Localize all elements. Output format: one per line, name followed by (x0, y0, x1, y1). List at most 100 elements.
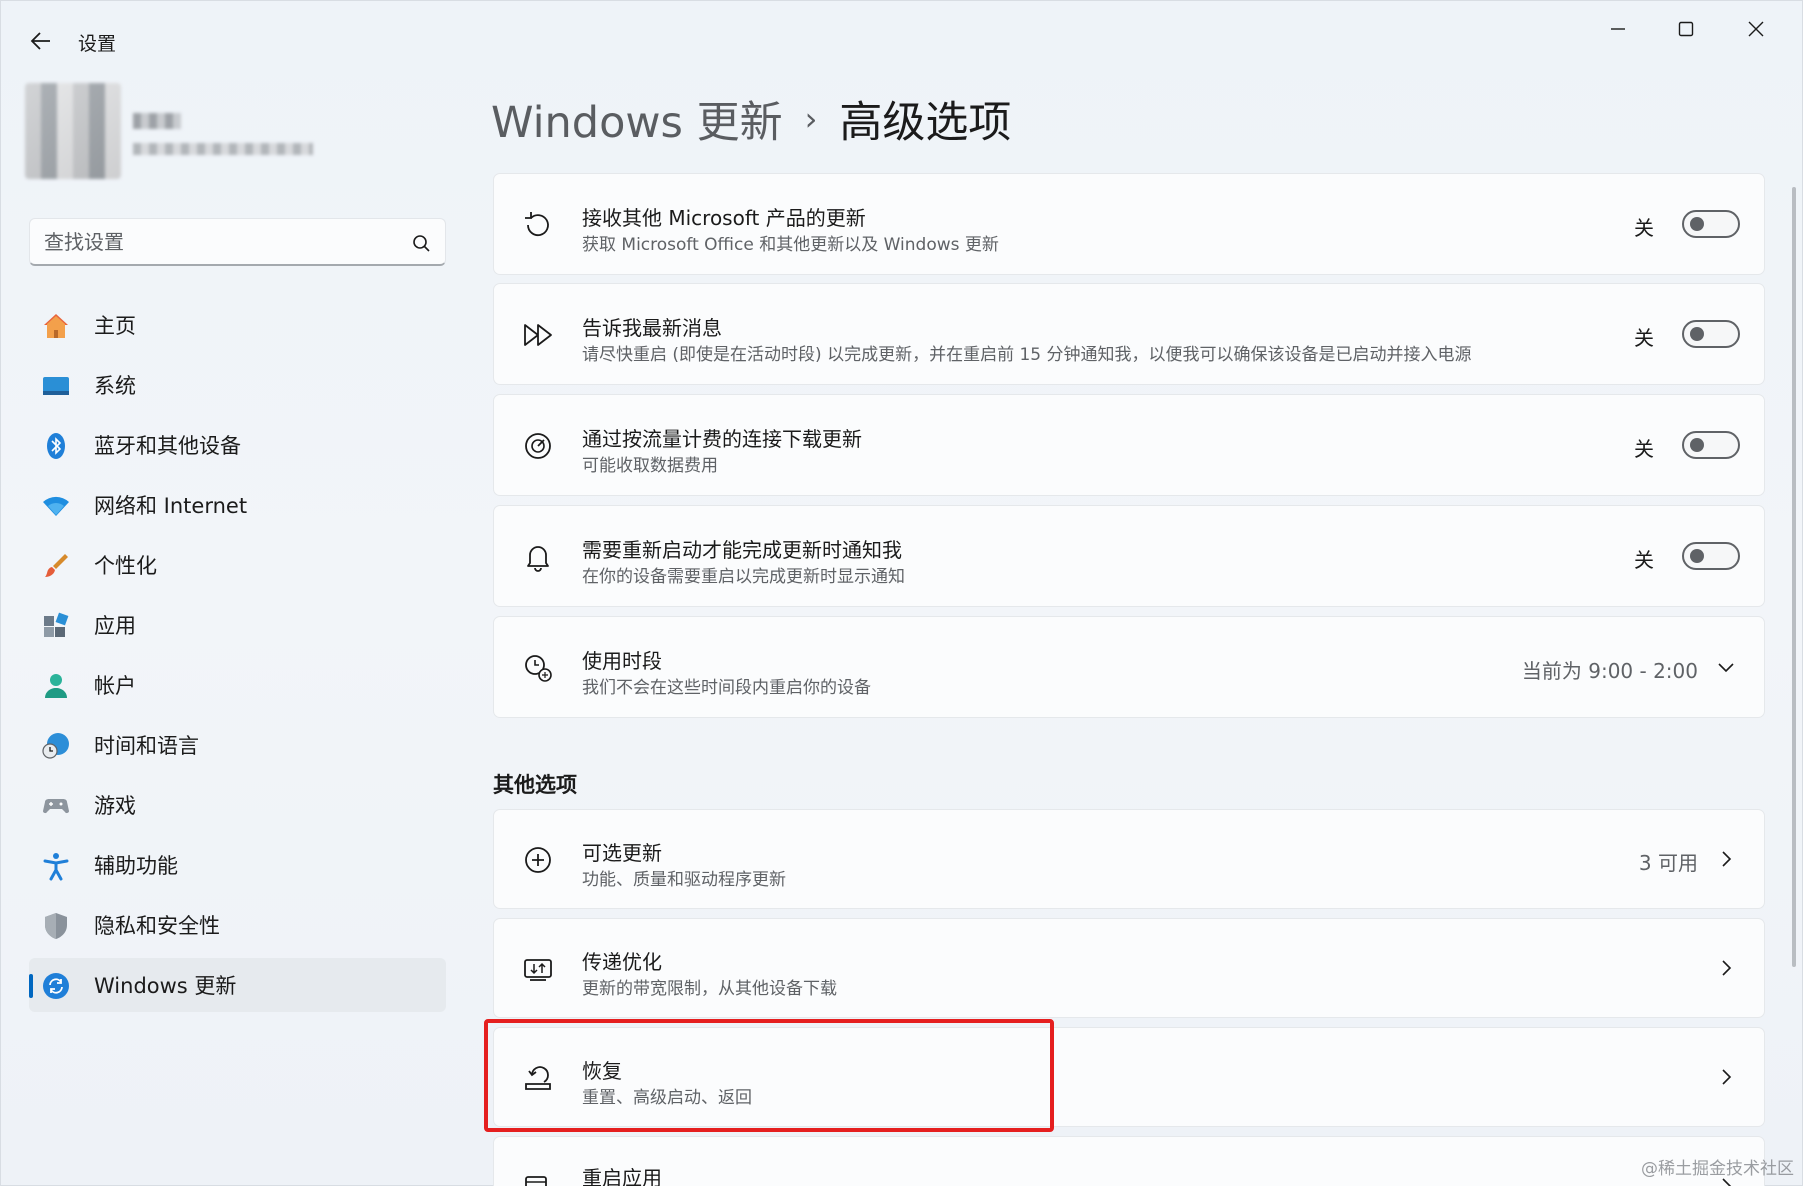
toggle-switch[interactable] (1682, 542, 1740, 570)
bluetooth-icon (41, 431, 71, 461)
option-card-delivery-optimization[interactable]: 传递优化 更新的带宽限制，从其他设备下载 (493, 918, 1765, 1018)
sidebar-item-gaming[interactable]: 游戏 (29, 778, 446, 832)
avatar[interactable] (25, 83, 121, 179)
sidebar-item-label: Windows 更新 (94, 974, 237, 998)
delivery-optimization-icon (520, 951, 556, 987)
toggle-switch[interactable] (1682, 431, 1740, 459)
sidebar-item-windows-update[interactable]: Windows 更新 (29, 958, 446, 1012)
minimize-button[interactable] (1590, 11, 1646, 47)
toggle-state-label: 关 (1634, 548, 1654, 572)
setting-description: 可能收取数据费用 (582, 456, 718, 476)
shield-icon (41, 911, 71, 941)
close-button[interactable] (1728, 11, 1784, 47)
setting-title: 使用时段 (582, 649, 662, 673)
option-card-optional-updates[interactable]: 可选更新 功能、质量和驱动程序更新 3 可用 (493, 809, 1765, 909)
setting-title: 需要重新启动才能完成更新时通知我 (582, 538, 902, 562)
maximize-button[interactable] (1658, 11, 1714, 47)
setting-card-notify-latest[interactable]: 告诉我最新消息 请尽快重启 (即使是在活动时段) 以完成更新，并在重启前 15 … (493, 283, 1765, 385)
brush-icon (41, 551, 71, 581)
windows-update-icon (41, 971, 71, 1001)
option-title: 传递优化 (582, 950, 662, 974)
toggle-knob (1690, 438, 1704, 452)
chevron-right-icon (1716, 849, 1736, 869)
setting-card-restart-notify[interactable]: 需要重新启动才能完成更新时通知我 在你的设备需要重启以完成更新时显示通知 关 (493, 505, 1765, 607)
active-hours-value: 当前为 9:00 - 2:00 (1521, 659, 1698, 683)
breadcrumb-separator: › (804, 100, 818, 138)
search-icon[interactable] (411, 233, 431, 253)
search-input[interactable] (44, 227, 404, 257)
setting-card-metered-download[interactable]: 通过按流量计费的连接下载更新 可能收取数据费用 关 (493, 394, 1765, 496)
back-button[interactable] (23, 23, 59, 59)
toggle-state-label: 关 (1634, 326, 1654, 350)
sidebar-item-network[interactable]: 网络和 Internet (29, 478, 446, 532)
toggle-state-label: 关 (1634, 216, 1654, 240)
option-card-recovery[interactable]: 恢复 重置、高级启动、返回 (493, 1027, 1765, 1127)
wifi-icon (41, 491, 71, 521)
sidebar-item-label: 帐户 (94, 674, 136, 698)
option-description: 重置、高级启动、返回 (582, 1088, 752, 1108)
close-icon (1748, 21, 1764, 37)
sidebar-item-label: 辅助功能 (94, 854, 178, 878)
setting-card-active-hours[interactable]: 使用时段 我们不会在这些时间段内重启你的设备 当前为 9:00 - 2:00 (493, 616, 1765, 718)
option-description: 更新的带宽限制，从其他设备下载 (582, 979, 837, 999)
user-name-redacted (133, 113, 181, 129)
option-card-restart-apps[interactable]: 重启应用 (493, 1136, 1765, 1186)
setting-description: 我们不会在这些时间段内重启你的设备 (582, 678, 871, 698)
search-box[interactable] (29, 218, 446, 266)
add-circle-icon (520, 842, 556, 878)
sidebar-item-accessibility[interactable]: 辅助功能 (29, 838, 446, 892)
setting-description: 获取 Microsoft Office 和其他更新以及 Windows 更新 (582, 235, 999, 255)
fast-forward-icon (520, 317, 556, 353)
setting-description: 请尽快重启 (即使是在活动时段) 以完成更新，并在重启前 15 分钟通知我，以便… (582, 345, 1472, 365)
sidebar-item-time-language[interactable]: 时间和语言 (29, 718, 446, 772)
chevron-right-icon (1716, 1067, 1736, 1087)
toggle-state-label: 关 (1634, 437, 1654, 461)
setting-title: 接收其他 Microsoft 产品的更新 (582, 206, 866, 230)
toggle-knob (1690, 549, 1704, 563)
gauge-icon (520, 428, 556, 464)
sidebar-item-label: 系统 (94, 374, 136, 398)
sidebar-item-label: 个性化 (94, 554, 157, 578)
setting-title: 通过按流量计费的连接下载更新 (582, 427, 862, 451)
watermark: @稀土掘金技术社区 (1641, 1159, 1794, 1179)
app-title: 设置 (78, 33, 117, 55)
breadcrumb-parent[interactable]: Windows 更新 (491, 88, 783, 150)
sidebar-item-label: 游戏 (94, 794, 136, 818)
breadcrumb: Windows 更新 › 高级选项 (491, 89, 1011, 149)
sidebar-item-label: 主页 (94, 314, 136, 338)
accessibility-icon (41, 851, 71, 881)
page-title: 高级选项 (839, 98, 1012, 148)
toggle-switch[interactable] (1682, 210, 1740, 238)
sidebar-item-system[interactable]: 系统 (29, 358, 446, 412)
account-icon (41, 671, 71, 701)
sidebar-item-personalization[interactable]: 个性化 (29, 538, 446, 592)
sidebar-item-accounts[interactable]: 帐户 (29, 658, 446, 712)
toggle-knob (1690, 217, 1704, 231)
chevron-down-icon[interactable] (1716, 657, 1736, 677)
sidebar-item-bluetooth[interactable]: 蓝牙和其他设备 (29, 418, 446, 472)
home-icon (41, 311, 71, 341)
optional-updates-count: 3 可用 (1638, 851, 1698, 875)
toggle-switch[interactable] (1682, 320, 1740, 348)
back-arrow-icon (30, 32, 50, 50)
sidebar-item-apps[interactable]: 应用 (29, 598, 446, 652)
restart-apps-icon (520, 1169, 556, 1186)
sidebar-item-label: 应用 (94, 614, 136, 638)
section-title-other-options: 其他选项 (493, 773, 577, 797)
sidebar-item-privacy[interactable]: 隐私和安全性 (29, 898, 446, 952)
sidebar-item-label: 隐私和安全性 (94, 914, 220, 938)
scrollbar[interactable] (1792, 187, 1796, 967)
sidebar-item-label: 时间和语言 (94, 734, 199, 758)
option-title: 重启应用 (582, 1166, 662, 1186)
sidebar-item-home[interactable]: 主页 (29, 298, 446, 352)
user-email-redacted (133, 143, 313, 155)
minimize-icon (1611, 28, 1625, 30)
apps-icon (41, 611, 71, 641)
active-hours-icon (520, 650, 556, 686)
active-indicator (29, 974, 33, 998)
setting-description: 在你的设备需要重启以完成更新时显示通知 (582, 567, 905, 587)
option-title: 恢复 (582, 1059, 622, 1083)
system-icon (41, 371, 71, 401)
setting-card-other-microsoft-updates[interactable]: 接收其他 Microsoft 产品的更新 获取 Microsoft Office… (493, 173, 1765, 275)
recovery-icon (520, 1060, 556, 1096)
